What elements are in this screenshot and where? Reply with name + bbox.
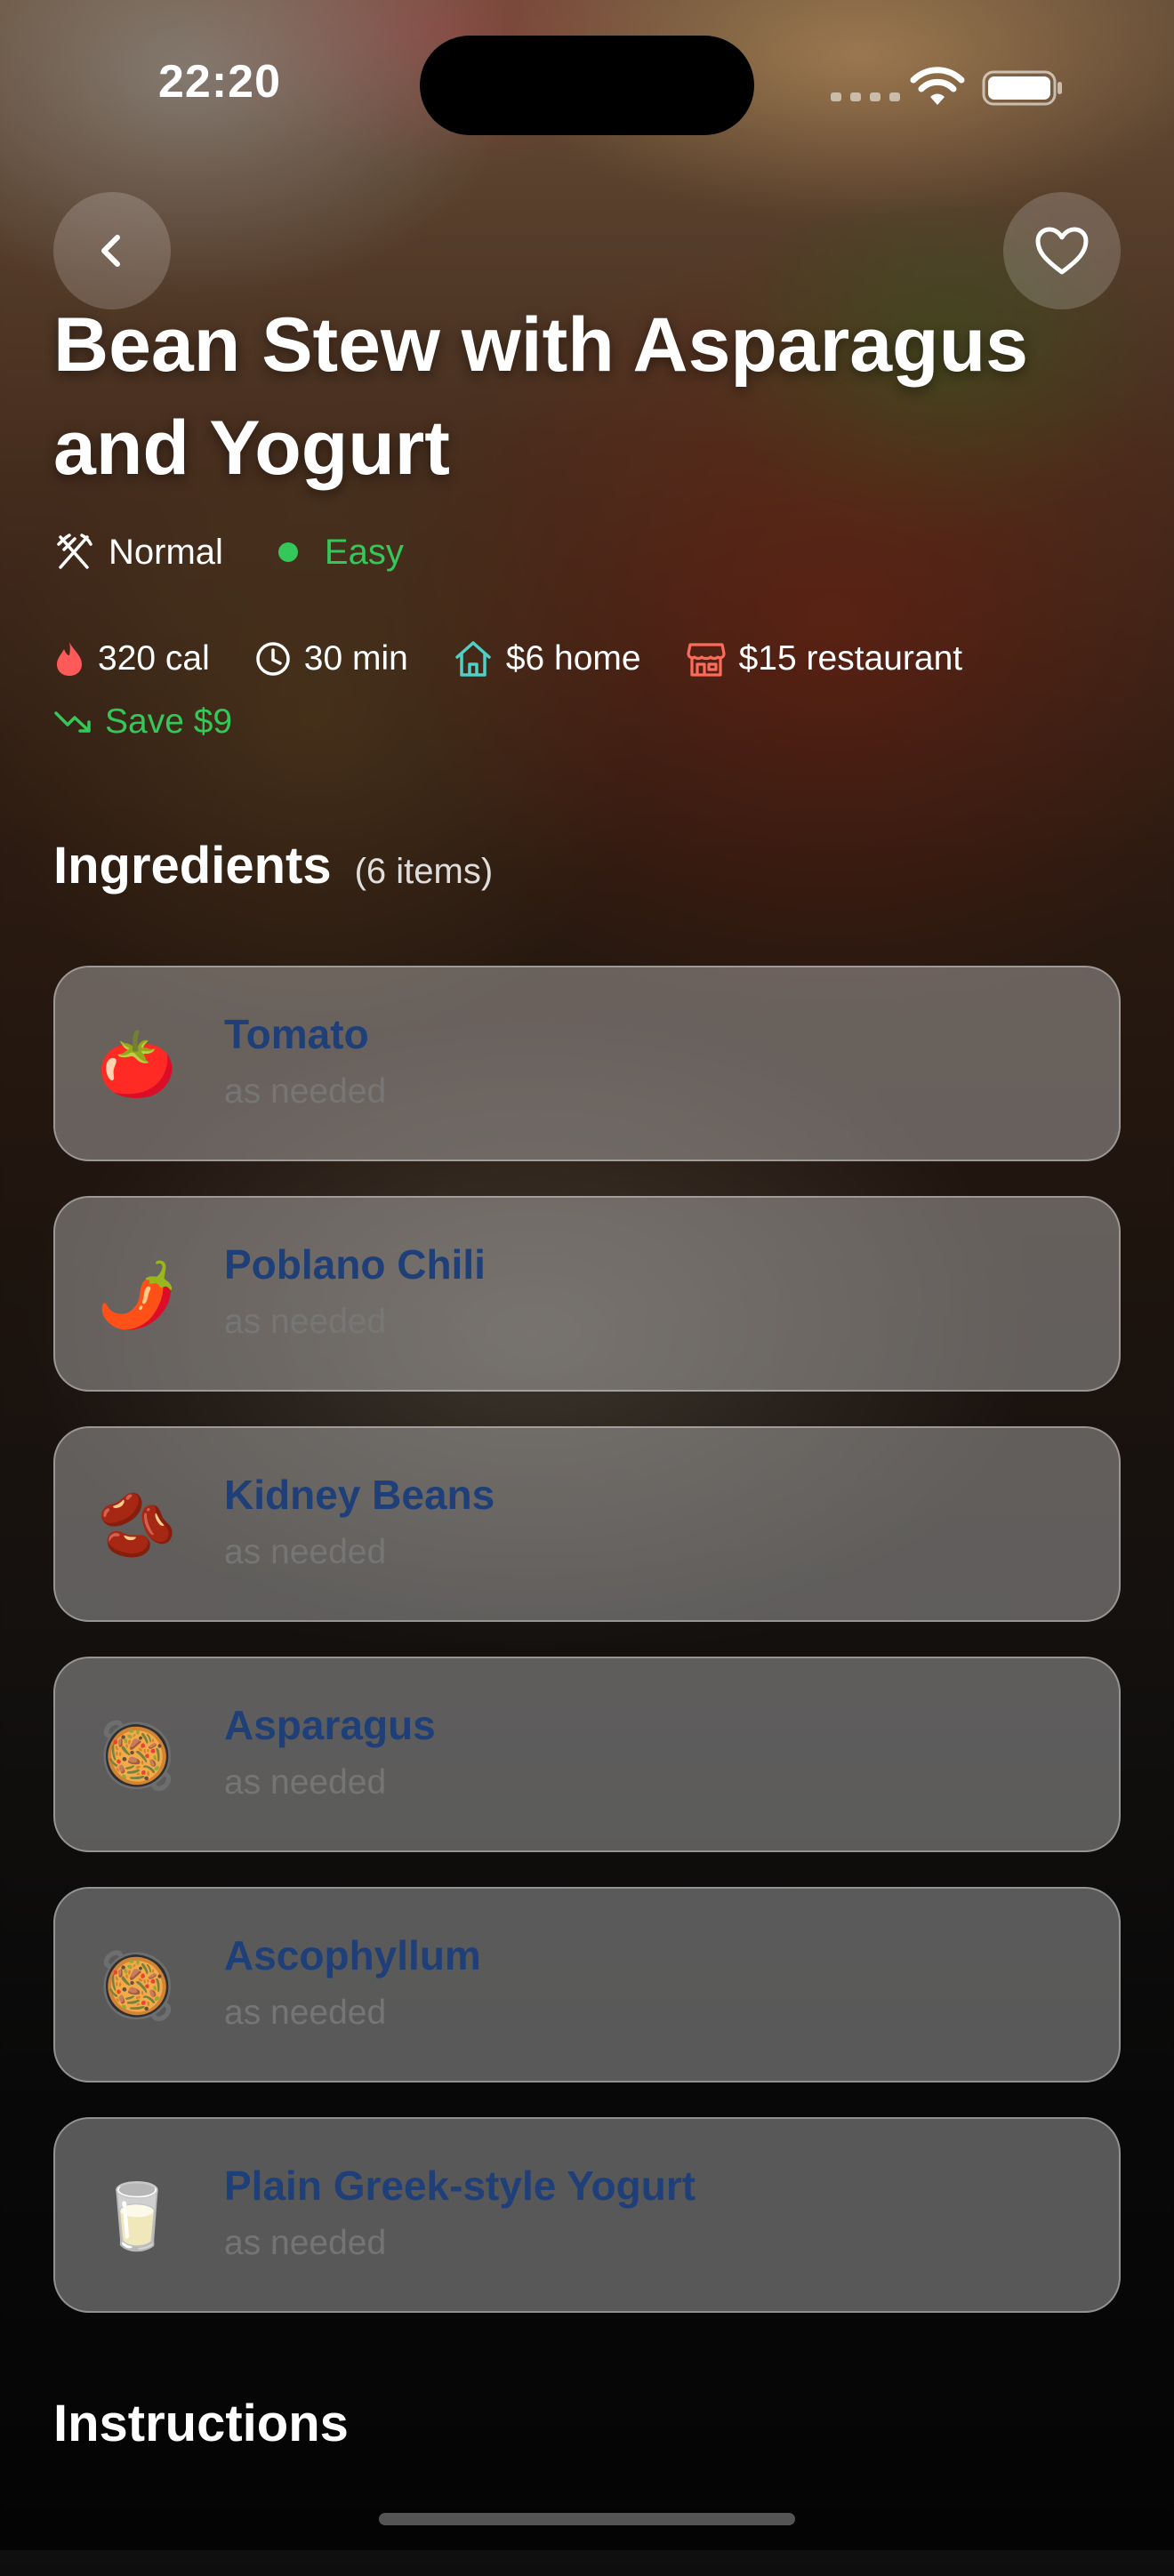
utensils-icon [57, 534, 92, 569]
ingredient-name: Tomato [224, 1011, 369, 1057]
ingredient-card[interactable]: 🫘 Kidney Beans as needed [53, 1426, 1121, 1622]
home-cost-stat: $6 home [453, 639, 641, 678]
recipe-title: Bean Stew with Asparagus and Yogurt [53, 302, 1028, 491]
difficulty-tag: Easy [277, 532, 404, 573]
ingredient-quantity: as needed [224, 2224, 387, 2262]
ingredient-name: Ascophyllum [224, 1932, 481, 1978]
ingredient-card[interactable]: 🥛 Plain Greek-style Yogurt as needed [53, 2117, 1121, 2313]
ingredient-name: Kidney Beans [224, 1472, 495, 1518]
savings-value: Save $9 [105, 702, 233, 741]
ingredient-name: Asparagus [224, 1702, 436, 1748]
recipe-meta: Normal Easy [53, 530, 404, 574]
ingredient-card[interactable]: 🍅 Tomato as needed [53, 966, 1121, 1161]
calories-value: 320 cal [98, 639, 210, 678]
ingredient-card[interactable]: 🥘 Ascophyllum as needed [53, 1887, 1121, 2082]
ingredient-card[interactable]: 🌶️ Poblano Chili as needed [53, 1196, 1121, 1392]
beans-icon: 🫘 [97, 1490, 177, 1561]
savings-stat: Save $9 [53, 702, 232, 742]
time-stat: 30 min [254, 639, 408, 678]
ingredient-quantity: as needed [224, 1763, 387, 1802]
ingredient-quantity: as needed [224, 1533, 387, 1571]
status-time: 22:20 [158, 56, 281, 108]
trend-down-icon [54, 711, 91, 733]
tomato-icon: 🍅 [97, 1030, 177, 1101]
ingredients-header: Ingredients (6 items) [53, 836, 493, 895]
ingredient-quantity: as needed [224, 1072, 387, 1111]
home-cost-value: $6 home [505, 639, 641, 678]
house-icon [455, 641, 491, 677]
battery-icon [982, 70, 1062, 106]
difficulty-dot [277, 542, 298, 562]
time-value: 30 min [303, 639, 408, 678]
ingredient-quantity: as needed [224, 1994, 387, 2032]
portion-tag: Normal [53, 532, 223, 573]
ingredients-count: (6 items) [354, 852, 494, 891]
ingredient-name: Plain Greek-style Yogurt [224, 2163, 696, 2209]
back-button[interactable] [53, 192, 171, 309]
calories-stat: 320 cal [53, 639, 210, 678]
chevron-left-icon [101, 235, 120, 267]
dynamic-island [420, 36, 754, 135]
restaurant-cost-stat: $15 restaurant [686, 639, 963, 678]
difficulty-label: Easy [324, 532, 404, 572]
portion-label: Normal [109, 532, 223, 572]
milk-glass-icon: 🥛 [97, 2181, 177, 2252]
ingredient-list: 🍅 Tomato as needed 🌶️ Poblano Chili as n… [53, 966, 1121, 2347]
wifi-icon [910, 67, 965, 105]
paella-pan-icon: 🥘 [97, 1951, 177, 2022]
recipe-detail-screen: 22:20 Bean Stew with Asparagus and Yogur… [0, 0, 1174, 2550]
restaurant-cost-value: $15 restaurant [738, 639, 963, 678]
ingredients-title: Ingredients [53, 837, 332, 895]
storefront-icon [687, 643, 726, 677]
favorite-button[interactable] [1003, 192, 1121, 309]
cellular-signal-icon [831, 92, 900, 101]
clock-icon [256, 642, 290, 676]
recipe-stats: 320 cal 30 min $6 home $15 restaurant [53, 635, 1007, 683]
ingredient-name: Poblano Chili [224, 1241, 486, 1288]
paella-pan-icon: 🥘 [97, 1721, 177, 1792]
home-indicator[interactable] [379, 2513, 795, 2525]
ingredient-card[interactable]: 🥘 Asparagus as needed [53, 1657, 1121, 1852]
ingredient-quantity: as needed [224, 1303, 387, 1341]
instructions-title: Instructions [53, 2395, 349, 2452]
chili-icon: 🌶️ [97, 1260, 177, 1331]
flame-icon [57, 642, 82, 676]
heart-icon [1035, 227, 1089, 275]
